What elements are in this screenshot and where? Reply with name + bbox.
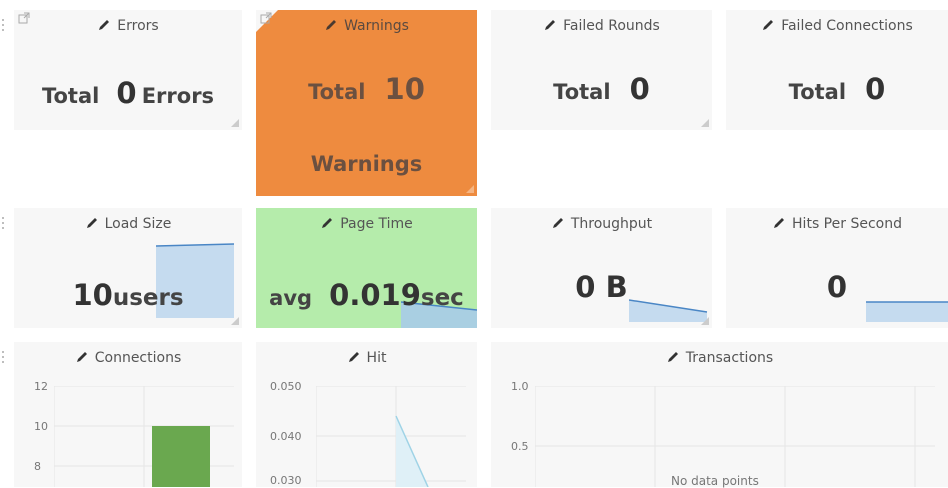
tile-title-label: Failed Connections — [781, 18, 913, 34]
failed-rounds-tile[interactable]: Failed Rounds Total 0 — [491, 10, 712, 130]
hits-per-second-tile[interactable]: Hits Per Second 0 — [726, 208, 948, 328]
errors-count: 0 — [116, 76, 137, 110]
tile-title-label: Connections — [94, 350, 182, 366]
load-size-count: 10 — [72, 278, 113, 312]
tile-title: Load Size — [14, 216, 242, 232]
errors-suffix: Errors — [141, 84, 215, 108]
tile-title: Connections — [14, 350, 242, 366]
connections-plot — [54, 386, 234, 487]
tile-title-label: Errors — [117, 18, 159, 34]
load-size-value: 10users — [14, 278, 242, 312]
pencil-icon[interactable] — [347, 350, 361, 364]
pencil-icon[interactable] — [324, 18, 338, 32]
y-tick-label: 0.050 — [270, 380, 302, 393]
total-label: Total — [308, 80, 366, 104]
pencil-icon[interactable] — [761, 18, 775, 32]
page-time-unit: sec — [420, 285, 464, 311]
connections-bar — [152, 426, 210, 487]
transactions-chart-tile[interactable]: Transactions 1.0 0.5 No data points — [491, 342, 948, 488]
y-tick-label: 10 — [34, 420, 48, 433]
tile-title-label: Load Size — [104, 216, 172, 232]
resize-handle-icon[interactable] — [701, 119, 709, 127]
resize-handle-icon[interactable] — [231, 119, 239, 127]
total-label: Total — [41, 84, 100, 108]
pencil-icon[interactable] — [320, 216, 334, 230]
tile-title-label: Hits Per Second — [792, 216, 902, 232]
y-tick-label: 0.030 — [270, 474, 302, 487]
resize-handle-icon[interactable] — [701, 317, 709, 325]
hits-per-second-value: 0 — [726, 270, 948, 304]
y-tick-label: 0.040 — [270, 430, 302, 443]
pencil-icon[interactable] — [543, 18, 557, 32]
hit-chart-tile[interactable]: Hit 0.050 0.040 0.030 — [256, 342, 477, 487]
connections-chart-tile[interactable]: Connections 12 10 8 — [14, 342, 242, 487]
load-size-unit: users — [112, 285, 184, 311]
failed-connections-tile[interactable]: Failed Connections Total 0 — [726, 10, 948, 130]
tile-title: Page Time — [256, 216, 477, 232]
no-data-message: No data points — [671, 474, 759, 488]
throughput-tile[interactable]: Throughput 0 B — [491, 208, 712, 328]
failed-rounds-value: Total 0 — [491, 72, 712, 106]
y-tick-label: 1.0 — [511, 380, 529, 393]
transactions-plot — [535, 386, 935, 487]
tile-title: Throughput — [491, 216, 712, 232]
errors-value: Total 0 Errors — [14, 76, 242, 110]
warnings-suffix-row: Warnings — [256, 152, 477, 176]
pencil-icon[interactable] — [551, 216, 565, 230]
page-time-tile[interactable]: Page Time avg 0.019sec — [256, 208, 477, 328]
tile-title: Hit — [256, 350, 477, 366]
pencil-icon[interactable] — [772, 216, 786, 230]
load-size-tile[interactable]: Load Size 10users — [14, 208, 242, 328]
tile-title-label: Warnings — [344, 18, 409, 34]
tile-title-label: Hit — [366, 350, 387, 366]
hits-per-second-number: 0 — [826, 270, 848, 304]
pencil-icon[interactable] — [97, 18, 111, 32]
errors-tile[interactable]: Errors Total 0 Errors — [14, 10, 242, 130]
warnings-tile[interactable]: Warnings Total 10 Warnings — [256, 10, 477, 196]
pencil-icon[interactable] — [85, 216, 99, 230]
y-tick-label: 0.5 — [511, 440, 529, 453]
failed-connections-count: 0 — [865, 72, 886, 106]
resize-handle-icon[interactable] — [231, 317, 239, 325]
pencil-icon[interactable] — [75, 350, 89, 364]
tile-title: Failed Rounds — [491, 18, 712, 34]
drag-grip-icon[interactable] — [1, 216, 5, 230]
warnings-suffix: Warnings — [310, 152, 423, 176]
tile-title: Hits Per Second — [726, 216, 948, 232]
drag-grip-icon[interactable] — [1, 18, 5, 32]
pencil-icon[interactable] — [666, 350, 680, 364]
warnings-count: 10 — [384, 72, 425, 106]
throughput-number: 0 B — [575, 270, 628, 304]
page-time-number: 0.019 — [329, 278, 421, 312]
tile-title: Warnings — [256, 18, 477, 34]
resize-handle-icon[interactable] — [466, 185, 474, 193]
total-label: Total — [553, 80, 611, 104]
total-label: Total — [788, 80, 847, 104]
tile-title-label: Throughput — [570, 216, 653, 232]
tile-title: Failed Connections — [726, 18, 948, 34]
tile-title-label: Transactions — [685, 350, 774, 366]
throughput-value: 0 B — [491, 270, 712, 304]
avg-label: avg — [269, 286, 313, 310]
y-tick-label: 8 — [34, 460, 41, 473]
y-tick-label: 12 — [34, 380, 48, 393]
tile-title: Transactions — [491, 350, 948, 366]
drag-grip-icon[interactable] — [1, 350, 5, 364]
failed-connections-value: Total 0 — [726, 72, 948, 106]
page-time-value: avg 0.019sec — [256, 278, 477, 312]
tile-title-label: Page Time — [340, 216, 413, 232]
tile-title-label: Failed Rounds — [563, 18, 660, 34]
hit-plot — [316, 386, 466, 487]
warnings-value: Total 10 — [256, 72, 477, 106]
failed-rounds-count: 0 — [629, 72, 650, 106]
tile-title: Errors — [14, 18, 242, 34]
